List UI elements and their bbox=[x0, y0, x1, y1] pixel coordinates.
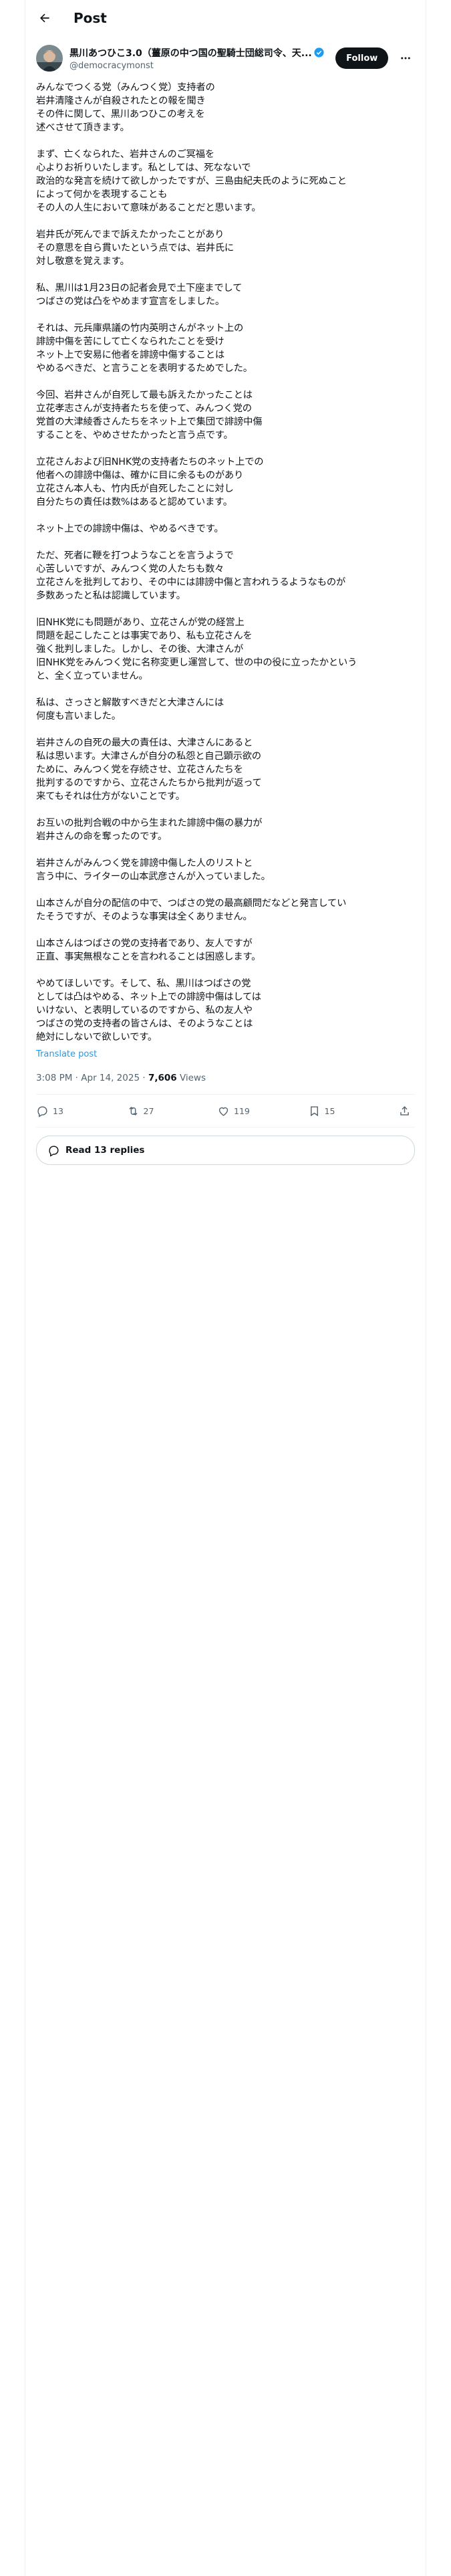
verified-badge-icon bbox=[313, 47, 325, 58]
post-column: Post 黒川あつひこ3.0（薑原の中つ国の聖騎士団総司令、天... @demo… bbox=[25, 0, 426, 1165]
post-meta: 3:08 PM · Apr 14, 2025 · 7,606 Views bbox=[36, 1059, 415, 1095]
post-paragraph: お互いの批判合戦の中から生まれた誹謗中傷の暴力が 岩井さんの命を奪ったのです。 bbox=[36, 818, 263, 842]
more-dots-icon bbox=[401, 57, 410, 60]
reply-count: 13 bbox=[53, 1105, 63, 1116]
bookmark-icon bbox=[310, 1105, 318, 1116]
bookmark-count: 15 bbox=[324, 1105, 335, 1116]
post-paragraph: まず、亡くなられた、岩井さんのご冥福を 心よりお祈りいたします。私としては、死な… bbox=[36, 149, 347, 213]
back-button[interactable] bbox=[33, 7, 56, 29]
reply-icon bbox=[37, 1105, 47, 1117]
post-paragraph: 山本さんが自分の配信の中で、つばさの党の最高顧問だなどと発言してい たそうですが… bbox=[36, 898, 347, 922]
post-paragraph: 立花さんおよび旧NHK党の支持者たちのネット上での 他者への誹謗中傷は、確かに目… bbox=[36, 457, 264, 508]
heart-icon bbox=[218, 1107, 229, 1116]
repost-icon bbox=[128, 1106, 138, 1115]
share-button[interactable] bbox=[398, 1105, 415, 1117]
post-paragraph: 旧NHK党にも問題があり、立花さんが党の経営上 問題を起こしたことは事実であり、… bbox=[36, 617, 357, 681]
like-button[interactable]: 119 bbox=[217, 1105, 291, 1117]
post-body: みんなでつくる党（みんつく党）支持者の 岩井清隆さんが自殺されたとの報を聞き そ… bbox=[25, 73, 426, 1044]
repost-count: 27 bbox=[143, 1105, 154, 1116]
post-paragraph: みんなでつくる党（みんつく党）支持者の 岩井清隆さんが自殺されたとの報を聞き そ… bbox=[36, 82, 215, 133]
post-paragraph: やめてほしいです。そして、私、黒川はつばさの党 としては凸はやめる、ネット上での… bbox=[36, 978, 261, 1043]
arrow-left-icon bbox=[40, 13, 49, 22]
post-paragraph: 岩井さんの自死の最大の責任は、大津さんにあると 私は思います。大津さんが自分の私… bbox=[36, 738, 262, 802]
post-paragraph: それは、元兵庫県議の竹内英明さんがネット上の 誹謗中傷を苦にして亡くなられたこと… bbox=[36, 323, 253, 374]
read-replies-button[interactable]: Read 13 replies bbox=[36, 1136, 415, 1165]
avatar[interactable] bbox=[36, 45, 63, 72]
page: Post 黒川あつひこ3.0（薑原の中つ国の聖騎士団総司令、天... @demo… bbox=[0, 0, 451, 2576]
author-names: 黒川あつひこ3.0（薑原の中つ国の聖騎士団総司令、天... @democracy… bbox=[69, 46, 329, 71]
translate-post-link[interactable]: Translate post bbox=[25, 1044, 426, 1059]
like-count: 119 bbox=[234, 1105, 250, 1116]
more-options-button[interactable] bbox=[396, 49, 415, 68]
bookmark-button[interactable]: 15 bbox=[308, 1105, 382, 1117]
read-replies-label: Read 13 replies bbox=[65, 1145, 145, 1156]
repost-button[interactable]: 27 bbox=[127, 1105, 200, 1117]
post-paragraph: 私、黒川は1月23日の記者会見で土下座までして つばさの党は凸をやめます宣言をし… bbox=[36, 283, 243, 307]
post-paragraph: ただ、死者に鞭を打つようなことを言うようで 心苦しいですが、みんつく党の人たちも… bbox=[36, 550, 346, 601]
post-paragraph: ネット上での誹謗中傷は、やめるべきです。 bbox=[36, 524, 224, 534]
reply-icon bbox=[49, 1145, 59, 1157]
follow-button[interactable]: Follow bbox=[335, 47, 389, 69]
post-timestamp[interactable]: 3:08 PM · Apr 14, 2025 bbox=[36, 1073, 140, 1083]
views-count: 7,606 bbox=[148, 1073, 177, 1083]
post-author: 黒川あつひこ3.0（薑原の中つ国の聖騎士団総司令、天... @democracy… bbox=[25, 35, 426, 73]
page-title: Post bbox=[73, 9, 107, 26]
post-paragraph: 私は、さっさと解散すべきだと大津さんには 何度も言いました。 bbox=[36, 697, 224, 722]
post-paragraph: 岩井さんがみんつく党を誹謗中傷した人のリストと 言う中に、ライターの山本武彦さん… bbox=[36, 858, 271, 882]
reply-button[interactable]: 13 bbox=[36, 1105, 110, 1117]
post-paragraph: 岩井氏が死んでまで訴えたかったことがあり その意思を自ら貫いたという点では、岩井… bbox=[36, 229, 235, 267]
author-display-name[interactable]: 黒川あつひこ3.0（薑原の中つ国の聖騎士団総司令、天... bbox=[69, 46, 312, 60]
top-bar: Post bbox=[25, 0, 426, 35]
post-paragraph: 今回、岩井さんが自死して最も訴えたかったことは 立花孝志さんが支持者たちを使って… bbox=[36, 390, 263, 441]
action-bar: 13 27 119 15 bbox=[36, 1095, 415, 1128]
post-paragraph: 山本さんはつばさの党の支持者であり、友人ですが 正直、事実無根なことを言われるこ… bbox=[36, 938, 261, 962]
author-handle[interactable]: @democracymonst bbox=[69, 61, 329, 71]
share-icon bbox=[400, 1105, 409, 1115]
views-label: Views bbox=[179, 1073, 206, 1083]
